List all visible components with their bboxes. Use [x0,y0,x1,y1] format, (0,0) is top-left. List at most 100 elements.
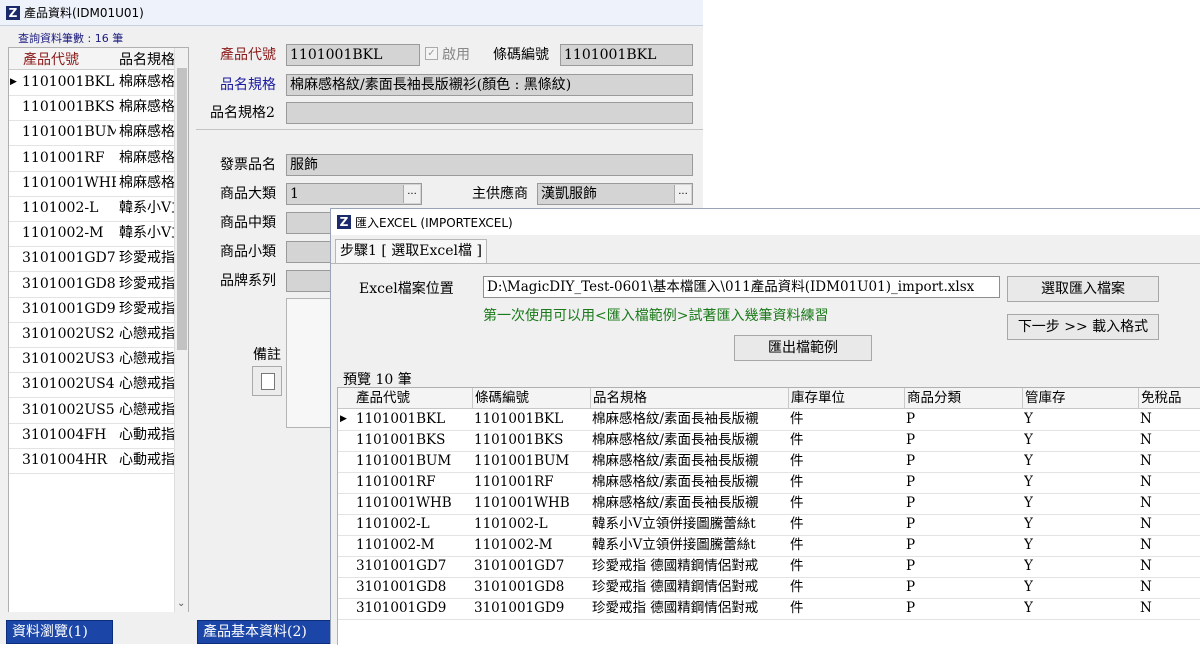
col-header-code[interactable]: 產品代號 [23,49,79,69]
list-row[interactable]: 3101004HR 心動戒指 [9,448,175,474]
col-header-name[interactable]: 品名規格 [119,49,175,69]
list-row[interactable]: 3101001GD9 珍愛戒指 [9,297,175,323]
preview-row[interactable]: 3101001GD9 3101001GD9 珍愛戒指 德國精鋼情侶對戒 件 P Y N [338,598,1200,620]
preview-row[interactable]: 1101001BKS 1101001BKS 棉麻感格紋/素面長袖長版襯 件 P Y N [338,430,1200,452]
main-supplier-field[interactable]: 漢凱服飾 ... [537,183,693,205]
preview-row[interactable]: ▶ 1101001BKL 1101001BKL 棉麻感格紋/素面長袖長版襯 件 P Y N [338,409,1200,431]
list-cell-code: 3101004FH [22,426,107,443]
category-major-lookup-button[interactable]: ... [403,185,420,203]
preview-cell: 1101002-M [356,537,435,553]
preview-col-header[interactable]: 免稅品 [1138,388,1200,408]
preview-grid[interactable]: 產品代號 條碼編號 品名規格 庫存單位 商品分類 管庫存 免稅品 ▶ 1101001BKL 11… [337,387,1200,645]
preview-cell: N [1140,474,1152,490]
enabled-checkbox[interactable]: ✓ [425,47,438,60]
preview-cell: Y [1024,474,1033,490]
step-tab-divider [331,263,1200,264]
preview-col-header[interactable]: 產品代號 [354,388,472,408]
preview-cell: Y [1024,537,1033,553]
list-row[interactable]: ▶ 1101001BKL棉麻感格紋 [9,70,175,96]
preview-row[interactable]: 1101001WHB 1101001WHB 棉麻感格紋/素面長袖長版襯 件 P Y N [338,493,1200,515]
product-code-field[interactable]: 1101001BKL [286,44,420,66]
list-row[interactable]: 3101002US3 心戀戒指 [9,347,175,374]
list-row[interactable]: 1101001BUM棉麻感格紋 [9,120,175,147]
import-dialog-title: 匯入EXCEL (IMPORTEXCEL) [355,215,513,230]
remark-edit-button[interactable] [252,366,282,396]
main-supplier-lookup-button[interactable]: ... [674,185,691,203]
list-cell-name: 心戀戒指 [119,326,175,342]
tab-basic-info[interactable]: 產品基本資料(2) [197,620,337,644]
preview-col-header[interactable]: 庫存單位 [788,388,905,408]
preview-cell: Y [1024,579,1033,595]
barcode-field[interactable]: 1101001BKL [560,44,693,66]
preview-cell: 3101001GD8 [474,579,565,595]
current-row-marker-icon: ▶ [10,77,17,87]
preview-row[interactable]: 3101001GD8 3101001GD8 珍愛戒指 德國精鋼情侶對戒 件 P Y N [338,577,1200,599]
preview-row[interactable]: 1101002-L 1101002-L 韓系小V立領併接圖騰蕾絲t 件 P Y N [338,514,1200,536]
preview-cell: 3101001GD9 [474,600,565,616]
preview-cell: N [1140,558,1152,574]
list-grid[interactable]: 產品代號 品名規格 ▶ 1101001BKL棉麻感格紋 1101001BKS棉麻感格… [8,47,189,613]
preview-cell: Y [1024,453,1033,469]
preview-cell: 1101001WHB [356,495,452,511]
preview-grid-header: 產品代號 條碼編號 品名規格 庫存單位 商品分類 管庫存 免稅品 [338,388,1200,409]
list-row[interactable]: 1101001WHB棉麻感格紋 [9,171,175,197]
preview-col-header[interactable]: 條碼編號 [472,388,591,408]
list-cell-code: 1101001BKL [22,74,115,90]
preview-cell: 件 [790,537,804,553]
list-row[interactable]: 1101002-M 韓系小V立 [9,221,175,248]
list-cell-code: 3101002US3 [22,351,115,368]
step-tab[interactable]: 步驟1 [ 選取Excel檔 ] [335,239,487,263]
tab-browse[interactable]: 資料瀏覽(1) [6,620,113,644]
category-major-field[interactable]: 1 ... [286,183,422,205]
preview-cell: P [906,558,916,574]
preview-cell: 1101001BKS [356,432,446,448]
preview-cell: 件 [790,516,804,532]
list-row[interactable]: 3101002US2 心戀戒指 [9,322,175,348]
preview-cell: P [906,579,916,595]
preview-cell: P [906,453,916,469]
list-cell-name: 棉麻感格紋 [119,74,175,90]
preview-cell: 件 [790,579,804,595]
preview-row[interactable]: 1101001RF 1101001RF 棉麻感格紋/素面長袖長版襯 件 P Y N [338,472,1200,494]
preview-cell: 件 [790,495,804,511]
preview-cell: 1101002-M [474,537,553,553]
list-cell-name: 珍愛戒指 [119,275,175,292]
preview-row[interactable]: 1101002-M 1101002-M 韓系小V立領併接圖騰蕾絲t 件 P Y N [338,535,1200,557]
preview-col-header[interactable]: 管庫存 [1022,388,1139,408]
export-sample-button[interactable]: 匯出檔範例 [734,335,872,361]
list-row[interactable]: 3101002US5 心戀戒指 [9,398,175,424]
dialog-logo-icon: Z [337,215,351,229]
main-window-title: 產品資料(IDM01U01) [24,6,144,20]
scroll-down-icon[interactable]: ⌄ [177,598,185,609]
spec2-field[interactable] [286,102,693,124]
category-minor-label: 商品小類 [220,244,276,260]
preview-col-header[interactable]: 商品分類 [904,388,1023,408]
list-row[interactable]: 1101001BKS棉麻感格紋 [9,95,175,122]
spec-field[interactable]: 棉麻感格紋/素面長袖長版襯衫(顏色 : 黑條紋) [286,74,693,96]
preview-cell: P [906,495,916,511]
list-cell-code: 1101002-M [22,225,104,242]
preview-row[interactable]: 3101001GD7 3101001GD7 珍愛戒指 德國精鋼情侶對戒 件 P Y N [338,556,1200,578]
barcode-label: 條碼編號 [493,47,549,63]
preview-cell: P [906,474,916,490]
preview-cell: 1101001WHB [474,495,570,511]
list-row[interactable]: 1101002-L 韓系小V立 [9,196,175,222]
list-row[interactable]: 3101004FH 心動戒指 [9,423,175,449]
select-import-file-button[interactable]: 選取匯入檔案 [1007,276,1159,302]
preview-cell: 棉麻感格紋/素面長袖長版襯 [592,495,759,511]
preview-cell: 韓系小V立領併接圖騰蕾絲t [592,516,756,532]
list-scrollbar-thumb[interactable] [177,68,187,350]
next-load-format-button[interactable]: 下一步 >> 載入格式 [1007,314,1159,340]
list-row[interactable]: 3101001GD8 珍愛戒指 [9,272,175,298]
preview-cell: 1101001RF [356,474,436,490]
preview-row[interactable]: 1101001BUM 1101001BUM 棉麻感格紋/素面長袖長版襯 件 P Y N [338,451,1200,473]
preview-col-header[interactable]: 品名規格 [590,388,787,408]
list-row[interactable]: 3101002US4 心戀戒指 [9,372,175,399]
list-row[interactable]: 1101001RF 棉麻感格紋 [9,146,175,172]
file-path-input[interactable]: D:\MagicDIY_Test-0601\基本檔匯入\011產品資料(IDM0… [483,276,1000,298]
list-row[interactable]: 3101001GD7 珍愛戒指 [9,246,175,273]
preview-cell: P [906,537,916,553]
list-vertical-scrollbar[interactable]: ⌄ [174,48,188,612]
list-cell-name: 心戀戒指 [119,376,175,393]
invoice-name-field[interactable]: 服飾 [286,154,693,176]
